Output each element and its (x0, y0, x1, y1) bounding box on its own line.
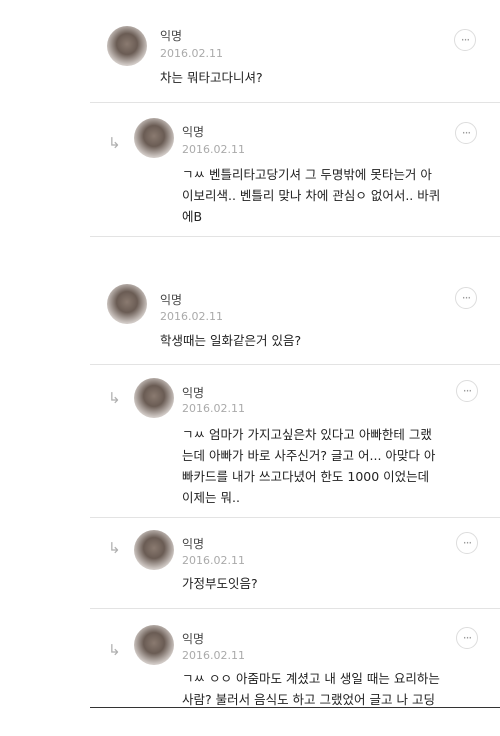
comment-body: 학생때는 일화같은거 있음? (160, 330, 301, 351)
comment-author: 익명 (182, 537, 205, 551)
comment-body-line: 이보리색.. 벤틀리 맞나 차에 관심ㅇ 없어서.. 바퀴 (182, 188, 441, 203)
divider (90, 517, 500, 518)
comment-body: 가정부도잇음? (182, 573, 258, 594)
more-options-icon[interactable]: ··· (456, 380, 478, 402)
divider (90, 236, 500, 237)
divider (90, 608, 500, 609)
comment-date: 2016.02.11 (182, 402, 245, 415)
comment-body-line: 차는 뭐타고다니셔? (160, 70, 263, 85)
avatar[interactable] (107, 26, 147, 66)
avatar[interactable] (134, 530, 174, 570)
comment-author: 익명 (160, 29, 183, 43)
avatar[interactable] (134, 118, 174, 158)
divider (90, 364, 500, 365)
reply-arrow-icon: ↳ (108, 539, 121, 557)
comment-body: ㄱㅆ ㅇㅇ 아줌마도 계셨고 내 생일 때는 요리하는 사람? 불러서 음식도 … (182, 668, 440, 710)
comment-body-line: 학생때는 일화같은거 있음? (160, 333, 302, 348)
more-options-icon[interactable]: ··· (455, 122, 477, 144)
reply-arrow-icon: ↳ (108, 389, 121, 407)
comment-body: ㄱㅆ 벤틀리타고당기셔 그 두명밖에 못타는거 아 이보리색.. 벤틀리 맞나 … (182, 164, 440, 227)
comment-date: 2016.02.11 (160, 310, 223, 323)
comment-date: 2016.02.11 (160, 47, 223, 60)
comment-date: 2016.02.11 (182, 554, 245, 567)
comment-author: 익명 (160, 293, 183, 307)
avatar[interactable] (134, 378, 174, 418)
comment-body-line: ㄱㅆ 엄마가 가지고싶은차 있다고 아빠한테 그랬 (182, 427, 432, 442)
more-options-icon[interactable]: ··· (455, 287, 477, 309)
comment-body-line: 는데 아빠가 바로 사주신거? 글고 어... 아맞다 아 (182, 448, 436, 463)
comment-body-line: 이제는 뭐.. (182, 490, 240, 505)
divider (90, 102, 500, 103)
more-options-icon[interactable]: ··· (456, 627, 478, 649)
comment-body-line: 빠카드를 내가 쓰고다녔어 한도 1000 이었는데 (182, 469, 430, 484)
comment-body-line: ㄱㅆ 벤틀리타고당기셔 그 두명밖에 못타는거 아 (182, 167, 432, 182)
avatar[interactable] (107, 284, 147, 324)
comment-author: 익명 (182, 632, 205, 646)
reply-arrow-icon: ↳ (108, 641, 121, 659)
comment-date: 2016.02.11 (182, 649, 245, 662)
comment-thread: 익명 2016.02.11 차는 뭐타고다니셔? ··· ↳ 익명 2016.0… (0, 0, 500, 736)
comment-body: ㄱㅆ 엄마가 가지고싶은차 있다고 아빠한테 그랬 는데 아빠가 바로 사주신거… (182, 424, 435, 508)
more-options-icon[interactable]: ··· (456, 532, 478, 554)
comment-date: 2016.02.11 (182, 143, 245, 156)
comment-body-line: 에B (182, 209, 203, 224)
comment-body: 차는 뭐타고다니셔? (160, 67, 263, 88)
more-options-icon[interactable]: ··· (454, 29, 476, 51)
divider (90, 707, 500, 708)
avatar[interactable] (134, 625, 174, 665)
comment-body-line: ㄱㅆ ㅇㅇ 아줌마도 계셨고 내 생일 때는 요리하는 (182, 671, 440, 686)
reply-arrow-icon: ↳ (108, 134, 121, 152)
comment-author: 익명 (182, 386, 205, 400)
comment-body-line: 가정부도잇음? (182, 576, 258, 591)
comment-author: 익명 (182, 125, 205, 139)
